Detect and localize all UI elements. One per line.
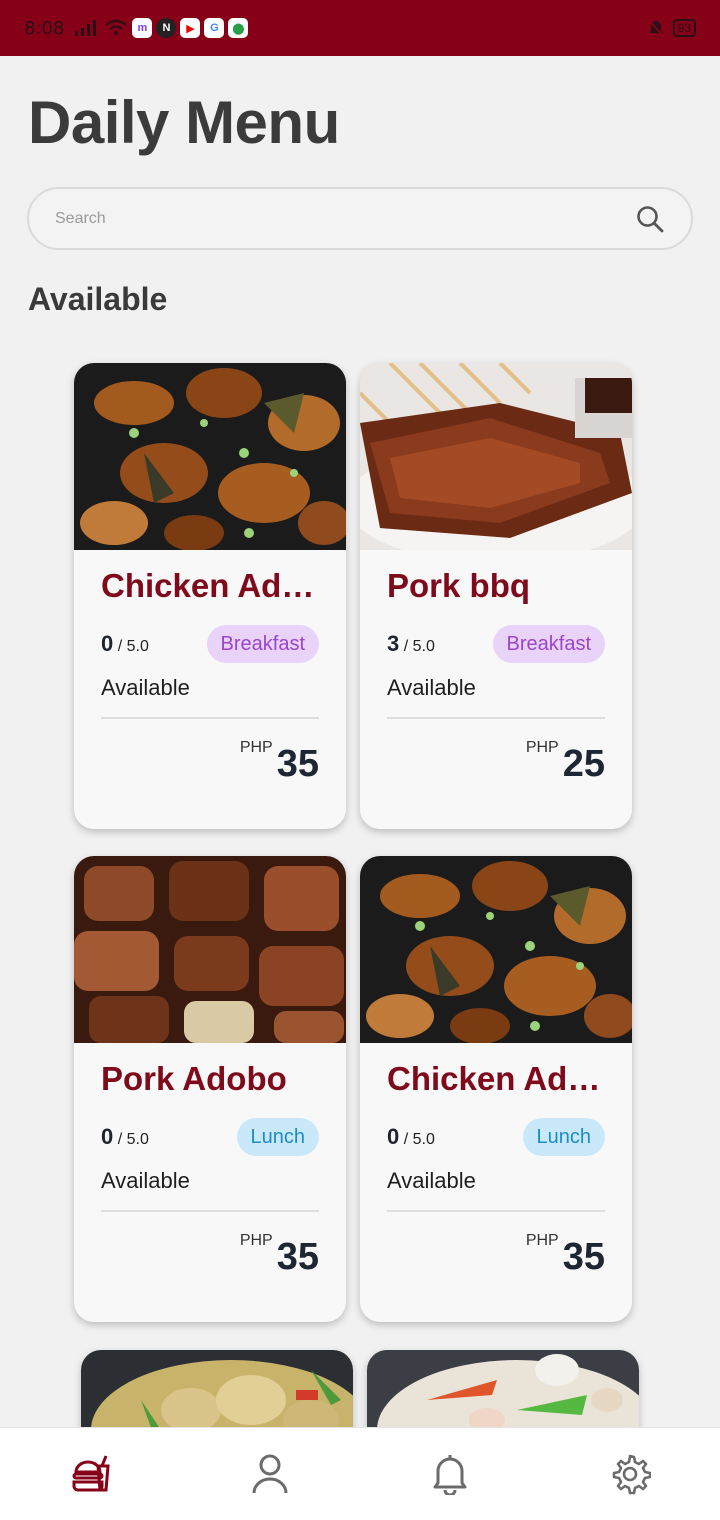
pork-bbq-image (360, 363, 632, 550)
item-price: PHP 35 (387, 1228, 605, 1276)
status-right: 93 (646, 18, 696, 38)
divider (387, 717, 605, 719)
silent-icon (646, 18, 665, 38)
signal-icon (75, 20, 97, 36)
price-currency: PHP (525, 1232, 559, 1249)
price-currency: PHP (525, 739, 559, 756)
search-input[interactable] (55, 209, 635, 228)
item-rating: 0 / 5.0 (387, 1124, 435, 1149)
menu-card[interactable]: Chicken Ado… 0 / 5.0 Lunch Available PHP… (360, 856, 632, 1322)
nav-notifications[interactable] (420, 1444, 480, 1504)
price-amount: 25 (562, 743, 605, 785)
food-icon (72, 1455, 110, 1492)
nav-settings[interactable] (600, 1444, 660, 1504)
category-badge: Breakfast (206, 625, 319, 663)
google-icon: G (204, 18, 225, 38)
battery-indicator: 93 (672, 19, 696, 37)
search-icon[interactable] (635, 204, 665, 234)
item-rating: 0 / 5.0 (101, 631, 149, 656)
category-badge: Breakfast (492, 625, 605, 663)
page-title: Daily Menu (28, 89, 340, 156)
price-amount: 35 (562, 1236, 605, 1278)
maps-icon: ⬤ (228, 18, 249, 38)
item-name: Pork Adobo (101, 1060, 287, 1097)
nav-profile[interactable] (240, 1444, 300, 1504)
nav-menu[interactable] (60, 1444, 120, 1504)
status-icons: m N ▶ G ⬤ (74, 18, 249, 38)
item-name: Pork bbq (387, 567, 531, 604)
divider (101, 717, 319, 719)
availability-status: Available (101, 1168, 190, 1193)
bottom-navigation (0, 1427, 720, 1520)
item-price: PHP 35 (101, 1228, 319, 1276)
chicken-adobo-image (360, 856, 632, 1043)
divider (101, 1210, 319, 1212)
price-currency: PHP (239, 739, 273, 756)
bell-icon (433, 1455, 467, 1495)
item-price: PHP 25 (387, 735, 605, 783)
availability-status: Available (387, 1168, 476, 1193)
pork-adobo-image (74, 856, 346, 1043)
availability-status: Available (101, 675, 190, 700)
price-currency: PHP (239, 1232, 273, 1249)
menu-card[interactable]: Chicken Ado… 0 / 5.0 Breakfast Available… (74, 363, 346, 829)
price-amount: 35 (276, 743, 319, 785)
status-bar: 8:08 m N ▶ G ⬤ 93 (0, 0, 720, 56)
item-name: Chicken Ado… (101, 567, 319, 604)
status-time: 8:08 (24, 17, 65, 39)
youtube-icon: ▶ (180, 18, 201, 38)
profile-icon (252, 1454, 288, 1494)
section-heading-available: Available (28, 281, 168, 317)
gear-icon (612, 1454, 651, 1495)
wifi-icon (105, 19, 128, 35)
category-badge: Lunch (522, 1118, 605, 1156)
item-rating: 0 / 5.0 (101, 1124, 149, 1149)
search-bar[interactable] (27, 187, 693, 250)
divider (387, 1210, 605, 1212)
price-amount: 35 (276, 1236, 319, 1278)
item-name: Chicken Ado… (387, 1060, 605, 1097)
item-price: PHP 35 (101, 735, 319, 783)
availability-status: Available (387, 675, 476, 700)
n-app-icon: N (156, 18, 177, 38)
chicken-adobo-image (74, 363, 346, 550)
item-rating: 3 / 5.0 (387, 631, 435, 656)
menu-card[interactable]: Pork Adobo 0 / 5.0 Lunch Available PHP 3… (74, 856, 346, 1322)
category-badge: Lunch (236, 1118, 319, 1156)
menu-card[interactable]: Pork bbq 3 / 5.0 Breakfast Available PHP… (360, 363, 632, 829)
messenger-icon: m (132, 18, 153, 38)
